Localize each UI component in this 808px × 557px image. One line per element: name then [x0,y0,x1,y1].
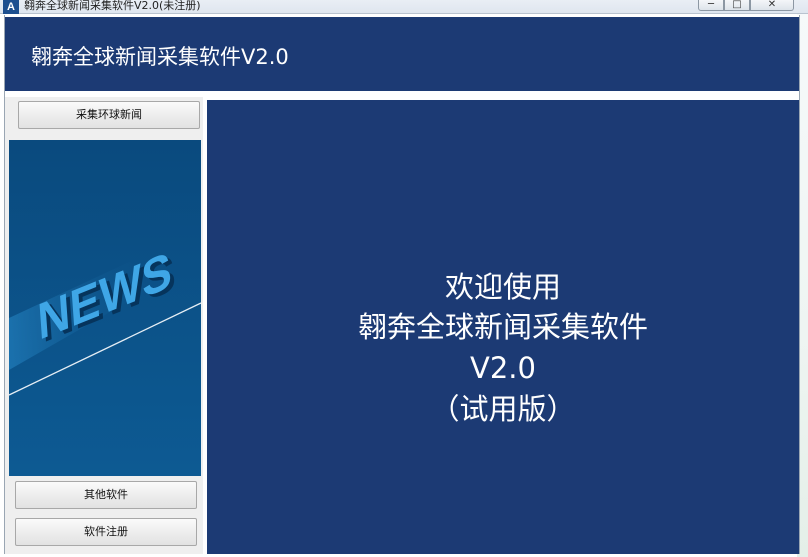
welcome-panel: 欢迎使用 翱奔全球新闻采集软件 V2.0 （试用版） [207,100,799,554]
welcome-line: 欢迎使用 [444,270,561,304]
version-label: V2.0 [470,351,536,385]
window-title: 翱奔全球新闻采集软件V2.0(未注册) [24,0,201,12]
product-name: 翱奔全球新闻采集软件 [357,310,648,344]
minimize-button[interactable]: ─ [698,0,724,11]
maximize-button[interactable]: □ [724,0,750,11]
collect-news-button[interactable]: 采集环球新闻 [18,101,200,129]
news-graphic: NEWS NEWS [9,140,201,476]
app-icon: A [3,0,19,14]
news-graphic-art: NEWS NEWS [9,140,201,476]
other-software-button[interactable]: 其他软件 [15,481,197,509]
close-button[interactable]: ✕ [750,0,794,11]
edition-label: （试用版） [430,392,576,426]
register-software-button[interactable]: 软件注册 [15,518,197,546]
app-window: 翱奔全球新闻采集软件V2.0 采集环球新闻 NEWS NEWS 其他软件 软件注… [4,15,800,554]
window-titlebar[interactable]: A 翱奔全球新闻采集软件V2.0(未注册) ─ □ ✕ [0,0,808,14]
header-title: 翱奔全球新闻采集软件V2.0 [31,45,289,69]
header-banner: 翱奔全球新闻采集软件V2.0 [5,17,799,91]
sidebar: 采集环球新闻 NEWS NEWS 其他软件 软件注册 [5,97,203,554]
